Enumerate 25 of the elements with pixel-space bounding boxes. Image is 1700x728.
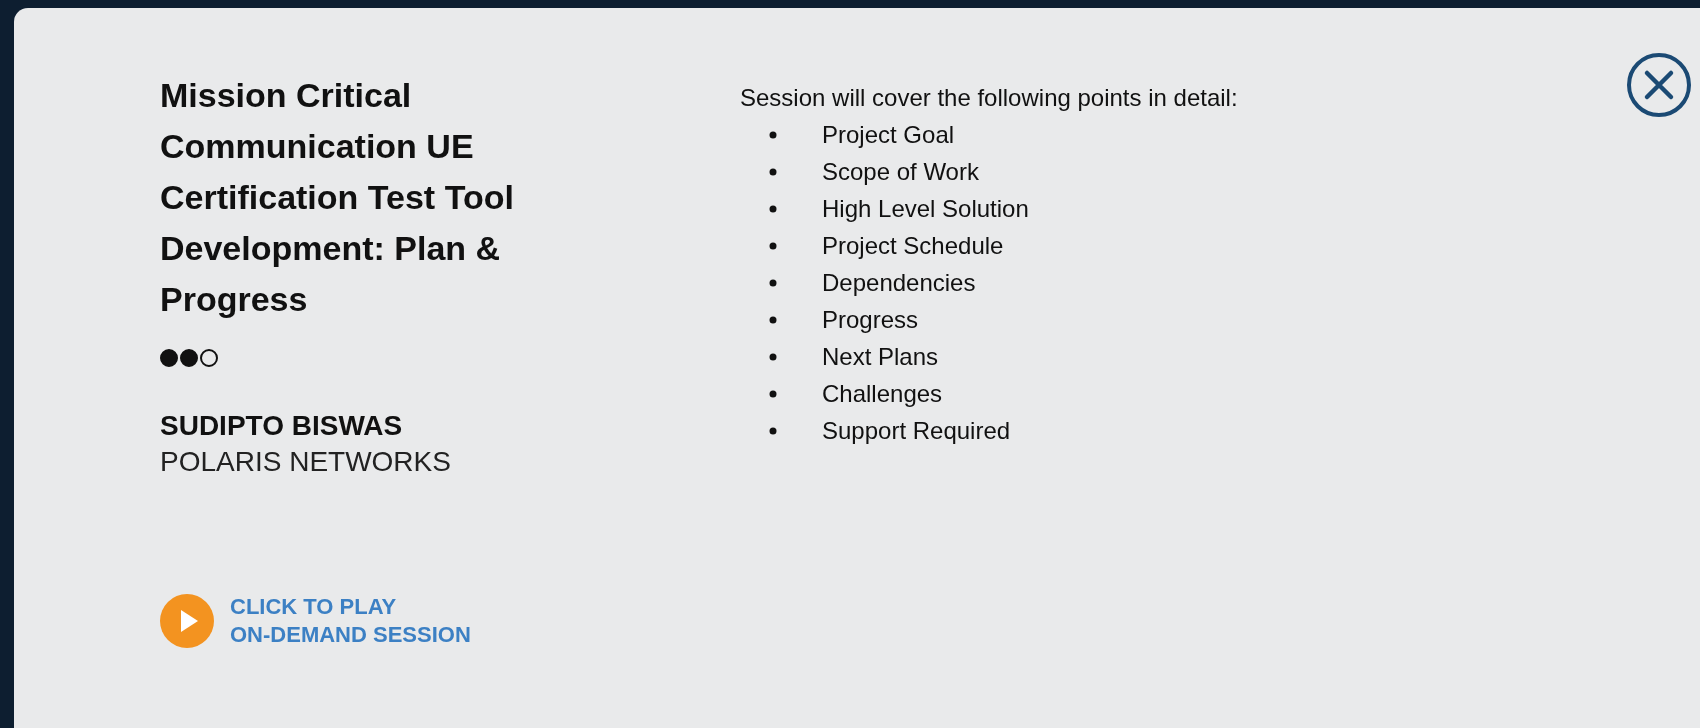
- point-text: Next Plans: [822, 342, 939, 372]
- close-button[interactable]: [1626, 52, 1692, 118]
- bullet-icon: [769, 241, 777, 250]
- speaker-name: SUDIPTO BISWAS: [160, 409, 404, 443]
- point-text: Dependencies: [822, 268, 976, 298]
- point-text: Progress: [822, 305, 919, 335]
- point-text: Project Goal: [822, 120, 955, 150]
- bullet-icon: [769, 167, 777, 176]
- bullet-icon: [769, 130, 777, 139]
- play-session-link[interactable]: CLICK TO PLAY ON-DEMAND SESSION: [160, 592, 580, 650]
- bullet-icon: [769, 426, 777, 435]
- bullet-icon: [769, 389, 777, 398]
- play-icon: [160, 594, 214, 649]
- session-title: Mission Critical Communication UE Certification Test Tool Development: Plan & Progress: [160, 75, 515, 320]
- point-text: Support Required: [822, 416, 1011, 446]
- point-text: Challenges: [822, 379, 943, 409]
- bullet-icon: [769, 352, 777, 361]
- point-text: High Level Solution: [822, 194, 1029, 224]
- bullet-icon: [769, 278, 777, 287]
- bullet-icon: [769, 204, 777, 213]
- point-text: Project Schedule: [822, 231, 1004, 261]
- point-text: Scope of Work: [822, 157, 979, 187]
- bullet-icon: [769, 315, 777, 324]
- company-name: POLARIS NETWORKS: [160, 445, 452, 480]
- intro-text: Session will cover the following points in detail:: [740, 83, 1238, 113]
